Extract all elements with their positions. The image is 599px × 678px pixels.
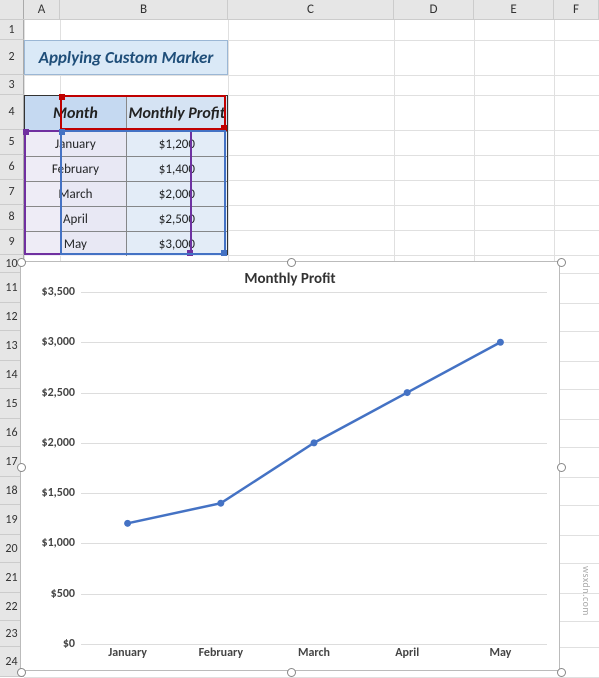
chart-resize-handle[interactable] [17, 668, 26, 677]
chart-resize-handle[interactable] [17, 463, 26, 472]
spreadsheet-grid[interactable]: ABCDEF 123456789101112131415161718192021… [0, 0, 599, 664]
row-header-4[interactable]: 4 [0, 95, 24, 130]
col-header-A[interactable]: A [24, 0, 60, 19]
row-header-1[interactable]: 1 [0, 20, 24, 40]
y-tick-label: $2,000 [41, 436, 75, 450]
chart-x-axis: JanuaryFebruaryMarchAprilMay [81, 644, 547, 666]
col-header-F[interactable]: F [554, 0, 599, 19]
col-header-B[interactable]: B [60, 0, 228, 19]
x-tick-label: March [267, 644, 360, 666]
y-tick-label: $3,000 [41, 335, 75, 349]
column-headers: ABCDEF [0, 0, 599, 20]
x-tick-label: May [454, 644, 547, 666]
chart-line-series[interactable] [81, 292, 547, 644]
row-header-2[interactable]: 2 [0, 40, 24, 75]
y-tick-label: $2,500 [41, 386, 75, 400]
chart-y-axis: $0$500$1,000$1,500$2,000$2,500$3,000$3,5… [21, 292, 81, 644]
table-header-month[interactable]: Month [25, 96, 127, 131]
data-table[interactable]: Month Monthly Profit January $1,200 Febr… [24, 95, 228, 255]
y-tick-label: $1,500 [41, 486, 75, 500]
table-cell-profit[interactable]: $1,400 [127, 156, 227, 181]
table-cell-month[interactable]: February [25, 156, 127, 181]
cells-area: Applying Custom Marker Month Monthly Pro… [24, 20, 599, 664]
chart-resize-handle[interactable] [557, 258, 566, 267]
table-cell-month[interactable]: May [25, 231, 127, 256]
title-cell[interactable]: Applying Custom Marker [24, 40, 228, 75]
y-tick-label: $500 [51, 587, 75, 601]
chart-resize-handle[interactable] [557, 463, 566, 472]
x-tick-label: January [81, 644, 174, 666]
table-cell-profit[interactable]: $3,000 [127, 231, 227, 256]
chart-resize-handle[interactable] [287, 258, 296, 267]
row-header-8[interactable]: 8 [0, 205, 24, 230]
row-header-6[interactable]: 6 [0, 155, 24, 180]
table-cell-profit[interactable]: $2,500 [127, 206, 227, 231]
y-tick-label: $1,000 [41, 536, 75, 550]
col-header-E[interactable]: E [474, 0, 554, 19]
chart-title[interactable]: Monthly Profit [21, 262, 559, 292]
y-tick-label: $0 [63, 637, 75, 651]
row-header-9[interactable]: 9 [0, 230, 24, 255]
table-cell-month[interactable]: March [25, 181, 127, 206]
chart-plot-area[interactable]: $0$500$1,000$1,500$2,000$2,500$3,000$3,5… [21, 292, 559, 666]
title-text: Applying Custom Marker [39, 47, 214, 68]
table-cell-profit[interactable]: $2,000 [127, 181, 227, 206]
chart-object[interactable]: Monthly Profit $0 $500 $1,000 $1,500 $2,000 $… [20, 261, 560, 671]
table-cell-month[interactable]: April [25, 206, 127, 231]
chart-resize-handle[interactable] [287, 668, 296, 677]
col-header-C[interactable]: C [228, 0, 394, 19]
row-header-7[interactable]: 7 [0, 180, 24, 205]
table-cell-month[interactable]: January [25, 131, 127, 156]
chart-resize-handle[interactable] [17, 258, 26, 267]
x-tick-label: April [361, 644, 454, 666]
row-header-5[interactable]: 5 [0, 130, 24, 155]
chart-resize-handle[interactable] [557, 668, 566, 677]
table-header-profit[interactable]: Monthly Profit [127, 96, 227, 131]
y-tick-label: $3,500 [41, 285, 75, 299]
col-header-D[interactable]: D [394, 0, 474, 19]
x-tick-label: February [174, 644, 267, 666]
row-header-3[interactable]: 3 [0, 75, 24, 95]
watermark: wsxdn.com [580, 566, 593, 616]
chart-plot-inner [81, 292, 547, 644]
table-cell-profit[interactable]: $1,200 [127, 131, 227, 156]
